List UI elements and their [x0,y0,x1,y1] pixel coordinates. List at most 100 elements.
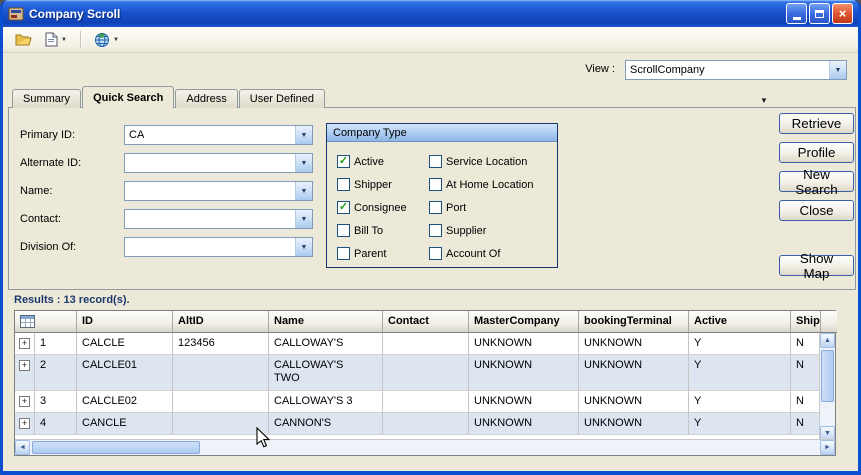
scroll-left-icon[interactable]: ◄ [15,440,30,455]
chevron-down-icon[interactable]: ▼ [113,37,119,43]
cell-bookingterminal: UNKNOWN [579,333,689,355]
tab-quick-search[interactable]: Quick Search [82,86,174,108]
maximize-button[interactable] [809,3,830,24]
cell-mastercompany: UNKNOWN [469,355,579,391]
cell-id: CALCLE [77,333,173,355]
maximize-icon [815,10,824,18]
checkbox-icon[interactable]: ✓ [337,178,350,191]
checkbox-icon[interactable]: ✓ [429,155,442,168]
checkbox-service-location[interactable]: ✓Service Location [429,155,551,168]
cell-bookingterminal: UNKNOWN [579,413,689,435]
tab-label: User Defined [250,93,314,105]
column-header-contact[interactable]: Contact [383,311,469,333]
new-document-button[interactable]: ▼ [41,30,71,49]
open-button[interactable] [11,30,37,49]
checkbox-at-home-location[interactable]: ✓At Home Location [429,178,551,191]
table-row[interactable]: + 2 CALCLE01 CALLOWAY'S TWO UNKNOWN UNKN… [15,355,835,391]
minimize-button[interactable] [786,3,807,24]
dropdown-button[interactable]: ▼ [295,238,312,256]
scroll-up-icon[interactable]: ▲ [820,333,835,348]
vertical-scroll-thumb[interactable] [821,350,834,402]
checkbox-shipper[interactable]: ✓Shipper [337,178,429,191]
close-search-button[interactable]: Close [779,200,854,221]
tab-user-defined[interactable]: User Defined [239,89,325,108]
app-icon [8,6,24,22]
checkbox-icon[interactable]: ✓ [337,224,350,237]
company-type-checkboxes: ✓Active ✓Service Location ✓Shipper ✓At H… [327,142,557,265]
expand-icon[interactable]: + [19,338,30,349]
checkbox-active[interactable]: ✓Active [337,155,429,168]
column-header-active[interactable]: Active [689,311,791,333]
vertical-scrollbar[interactable]: ▲ ▼ [819,333,835,441]
primary-id-combo[interactable]: CA ▼ [124,125,313,145]
checkbox-icon[interactable]: ✓ [429,201,442,214]
checkbox-supplier[interactable]: ✓Supplier [429,224,551,237]
web-button[interactable]: ▼ [90,30,123,50]
expand-icon[interactable]: + [19,360,30,371]
window-title: Company Scroll [29,7,786,21]
retrieve-button[interactable]: Retrieve [779,113,854,134]
primary-id-value[interactable]: CA [125,129,295,141]
name-combo[interactable]: ▼ [124,181,313,201]
horizontal-scrollbar[interactable]: ◄ ► [15,439,835,455]
close-button[interactable]: × [832,3,853,24]
division-of-label: Division Of: [20,237,120,257]
checkbox-icon[interactable]: ✓ [429,178,442,191]
view-combo-dropdown-button[interactable]: ▼ [829,61,846,79]
tab-overflow-icon[interactable]: ▼ [760,96,768,105]
column-header-id[interactable]: ID [77,311,173,333]
view-combo-value[interactable]: ScrollCompany [626,64,829,76]
checkbox-bill-to[interactable]: ✓Bill To [337,224,429,237]
checkbox-icon[interactable]: ✓ [337,155,350,168]
checkbox-consignee[interactable]: ✓Consignee [337,201,429,214]
checkbox-port[interactable]: ✓Port [429,201,551,214]
table-row[interactable]: + 4 CANCLE CANNON'S UNKNOWN UNKNOWN Y N [15,413,835,435]
column-header-bookingterminal[interactable]: bookingTerminal [579,311,689,333]
checkbox-icon[interactable]: ✓ [337,201,350,214]
document-icon [45,32,58,47]
chevron-down-icon[interactable]: ▼ [61,37,67,43]
company-type-header: Company Type [327,124,557,142]
dropdown-button[interactable]: ▼ [295,210,312,228]
chevron-down-icon: ▼ [301,244,308,251]
dropdown-button[interactable]: ▼ [295,182,312,200]
row-number: 4 [35,413,77,435]
toolbar-separator [80,31,81,49]
checkbox-parent[interactable]: ✓Parent [337,247,429,260]
column-header-mastercompany[interactable]: MasterCompany [469,311,579,333]
checkbox-icon[interactable]: ✓ [429,247,442,260]
column-header-altid[interactable]: AltID [173,311,269,333]
cell-name: CANNON'S [269,413,383,435]
division-of-combo[interactable]: ▼ [124,237,313,257]
scroll-right-icon[interactable]: ► [820,440,835,455]
cell-active: Y [689,391,791,413]
horizontal-scroll-thumb[interactable] [32,441,200,454]
tab-label: Summary [23,93,70,105]
tab-summary[interactable]: Summary [12,89,81,108]
expand-icon[interactable]: + [19,396,30,407]
table-row[interactable]: + 3 CALCLE02 CALLOWAY'S 3 UNKNOWN UNKNOW… [15,391,835,413]
dropdown-button[interactable]: ▼ [295,154,312,172]
cell-mastercompany: UNKNOWN [469,391,579,413]
column-header-name[interactable]: Name [269,311,383,333]
cell-contact [383,391,469,413]
column-header-shipper[interactable]: Shipp [791,311,821,333]
dropdown-button[interactable]: ▼ [295,126,312,144]
checkbox-icon[interactable]: ✓ [429,224,442,237]
alternate-id-combo[interactable]: ▼ [124,153,313,173]
profile-button[interactable]: Profile [779,142,854,163]
checkbox-account-of[interactable]: ✓Account Of [429,247,551,260]
view-combo[interactable]: ScrollCompany ▼ [625,60,847,80]
results-count-label: Results : 13 record(s). [14,294,130,306]
table-row[interactable]: + 1 CALCLE 123456 CALLOWAY'S UNKNOWN UNK… [15,333,835,355]
titlebar[interactable]: Company Scroll × [3,0,858,27]
checkbox-icon[interactable]: ✓ [337,247,350,260]
cell-contact [383,413,469,435]
new-search-button[interactable]: New Search [779,171,854,192]
contact-combo[interactable]: ▼ [124,209,313,229]
expand-icon[interactable]: + [19,418,30,429]
cell-active: Y [689,355,791,391]
show-map-button[interactable]: Show Map [779,255,854,276]
tab-address[interactable]: Address [175,89,237,108]
grid-corner-header[interactable] [15,311,77,333]
